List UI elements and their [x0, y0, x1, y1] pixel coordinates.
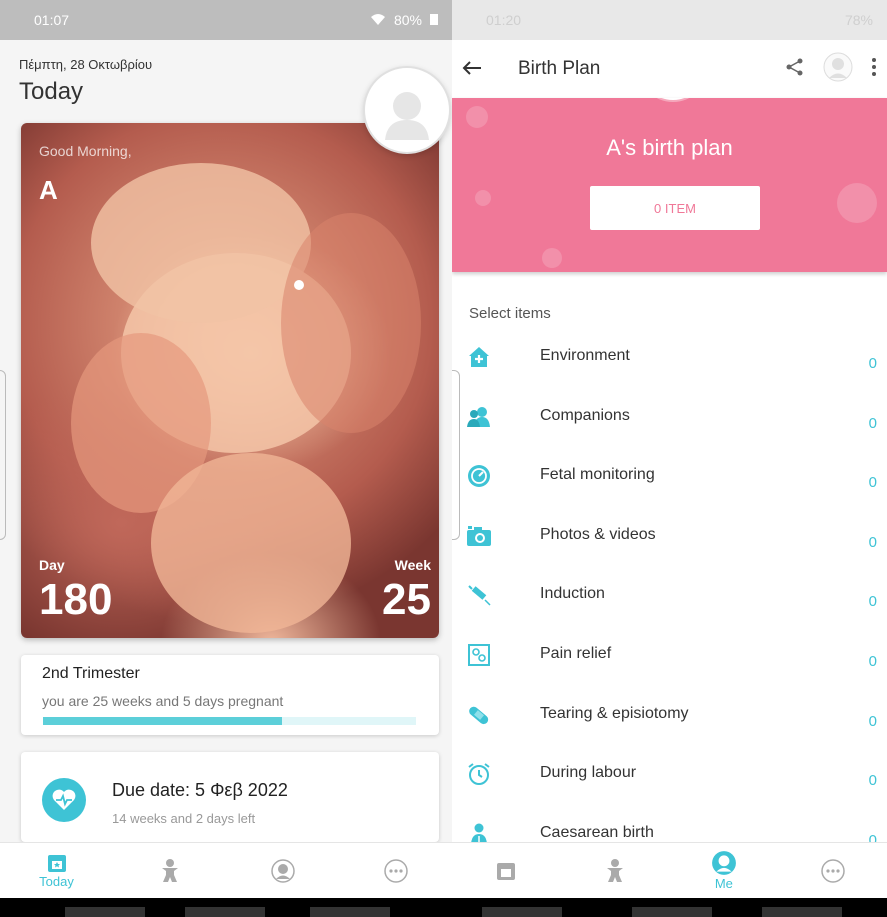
due-date-title: Due date: 5 Φεβ 2022	[112, 780, 288, 800]
profile-avatar-small[interactable]	[823, 52, 853, 87]
share-icon[interactable]	[785, 57, 805, 82]
due-date-subtitle: 14 weeks and 2 days left	[112, 811, 256, 826]
nav-today[interactable]	[476, 845, 536, 897]
status-battery: 80%	[393, 12, 422, 28]
user-name: A	[39, 175, 58, 205]
nav-baby[interactable]	[140, 845, 200, 897]
status-time: 01:07	[34, 12, 70, 28]
nav-more[interactable]	[366, 845, 426, 897]
wifi-icon	[370, 12, 386, 28]
status-bar: 01:07 80%	[0, 0, 452, 40]
bandage-icon	[466, 702, 492, 728]
bottom-navigation: Today	[0, 842, 452, 898]
companions-icon	[466, 404, 492, 430]
list-item-induction[interactable]: Induction 0	[452, 565, 887, 625]
calendar-icon	[497, 862, 516, 880]
trimester-card[interactable]: 2nd Trimester you are 25 weeks and 5 day…	[21, 655, 439, 735]
week-value: 25	[382, 575, 431, 624]
pain-relief-icon	[466, 642, 492, 668]
edge-panel-handle[interactable]	[0, 370, 6, 540]
edge-panel-handle[interactable]	[452, 370, 460, 540]
due-date-card[interactable]: Due date: 5 Φεβ 2022 14 weeks and 2 days…	[21, 752, 439, 842]
list-item-fetal-monitoring[interactable]: Fetal monitoring 0	[452, 446, 887, 506]
profile-icon	[270, 858, 295, 883]
baby-icon	[161, 858, 178, 882]
page-title: Today	[19, 78, 84, 105]
greeting-text: Good Morning,	[39, 143, 132, 159]
more-icon	[820, 858, 845, 883]
woman-avatar-icon	[385, 92, 429, 140]
birth-plan-screen: 01:20 78% Birth Plan A's birth plan 0 IT…	[452, 0, 887, 917]
week-label: Week	[394, 557, 431, 573]
profile-avatar[interactable]	[363, 66, 451, 154]
item-count-button[interactable]: 0 ITEM	[590, 186, 760, 230]
back-arrow-icon[interactable]	[462, 56, 508, 82]
current-date: Πέμπτη, 28 Οκτωβρίου	[19, 57, 153, 72]
nav-more[interactable]	[803, 845, 863, 897]
house-plus-icon	[466, 344, 492, 370]
system-nav-bar	[0, 898, 452, 917]
pregnancy-progress-fill	[43, 717, 282, 725]
gauge-icon	[466, 463, 492, 489]
nav-baby[interactable]	[585, 845, 645, 897]
list-item-pain-relief[interactable]: Pain relief 0	[452, 625, 887, 685]
birth-plan-banner: A's birth plan 0 ITEM	[452, 98, 887, 272]
status-time: 01:20	[486, 12, 522, 28]
heartbeat-icon	[42, 778, 86, 822]
bottom-navigation: Me	[452, 842, 887, 898]
list-item-photos-videos[interactable]: Photos & videos 0	[452, 506, 887, 566]
pregnancy-progress-bar	[43, 717, 416, 725]
day-value: 180	[39, 575, 113, 624]
calendar-icon	[47, 855, 66, 872]
more-icon	[383, 858, 408, 883]
status-battery: 78%	[844, 12, 873, 28]
trimester-title: 2nd Trimester	[42, 665, 140, 682]
list-item-tearing-episiotomy[interactable]: Tearing & episiotomy 0	[452, 685, 887, 745]
profile-icon	[711, 851, 736, 875]
list-item-companions[interactable]: Companions 0	[452, 387, 887, 447]
nav-me[interactable]: Me	[694, 845, 754, 897]
list-item-environment[interactable]: Environment 0	[452, 327, 887, 387]
day-label: Day	[39, 557, 65, 573]
nav-today[interactable]: Today	[27, 845, 87, 897]
syringe-icon	[466, 582, 492, 608]
trimester-subtitle: you are 25 weeks and 5 days pregnant	[42, 693, 284, 709]
nav-me-label: Me	[714, 876, 733, 891]
today-screen: 01:07 80% Πέμπτη, 28 Οκτωβρίου Today Goo…	[0, 0, 452, 917]
fetus-illustration	[71, 163, 421, 633]
baby-hero-card[interactable]: Good Morning, A Day 180 Week 25	[21, 123, 439, 638]
alarm-clock-icon	[466, 761, 492, 787]
banner-avatar	[638, 98, 708, 102]
baby-icon	[607, 858, 624, 882]
overflow-menu-icon[interactable]	[871, 57, 877, 82]
status-bar: 01:20 78%	[452, 0, 887, 40]
app-toolbar: Birth Plan	[452, 40, 887, 98]
birth-plan-item-list: Environment 0 Companions 0 Fetal monitor…	[452, 327, 887, 863]
system-nav-bar	[452, 898, 887, 917]
battery-icon	[430, 12, 438, 28]
select-items-label: Select items	[469, 305, 551, 322]
toolbar-title: Birth Plan	[518, 58, 601, 79]
camera-icon	[466, 523, 492, 549]
nav-me[interactable]	[253, 845, 313, 897]
list-item-during-labour[interactable]: During labour 0	[452, 744, 887, 804]
nav-today-label: Today	[39, 874, 74, 889]
birth-plan-title: A's birth plan	[606, 135, 733, 160]
